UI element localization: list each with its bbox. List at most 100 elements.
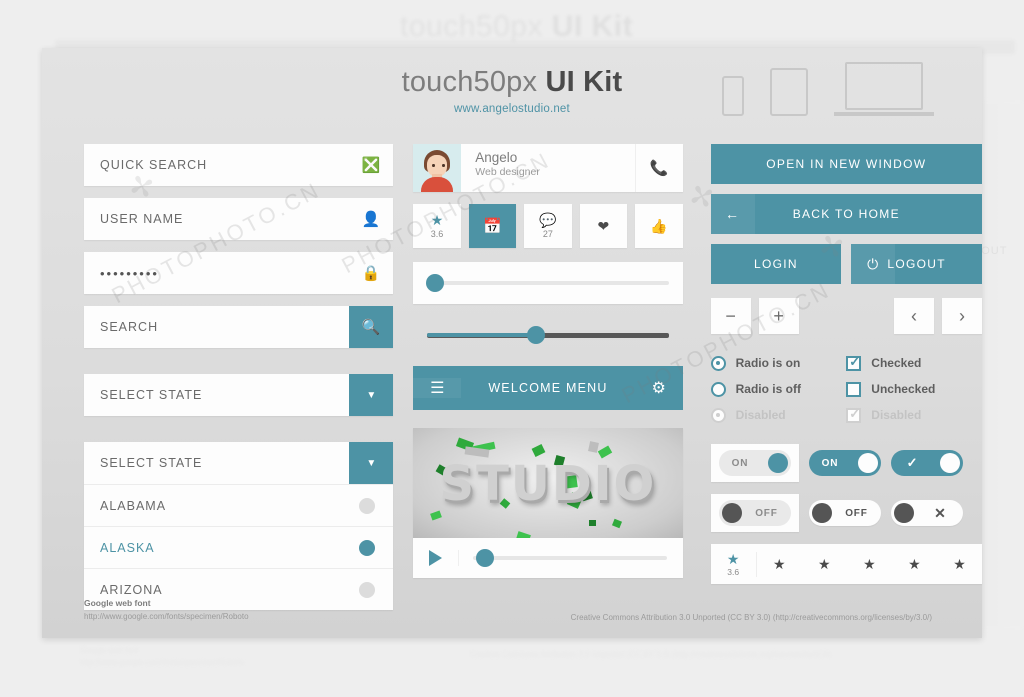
- back-to-home-button[interactable]: ← BACK TO HOME: [710, 194, 982, 234]
- contact-card[interactable]: Angelo Web designer 📞: [413, 144, 683, 192]
- contact-role: Web designer: [475, 166, 540, 178]
- chevron-down-icon[interactable]: ▼: [349, 442, 394, 484]
- star-icon: ★: [772, 556, 786, 572]
- checkbox-checked-row[interactable]: ✓ Checked: [846, 350, 982, 376]
- ui-kit-panel: touch50px UI Kit www.angelostudio.net QU…: [42, 48, 982, 638]
- lock-icon: 🔒: [361, 265, 381, 282]
- toggle-on-boxed[interactable]: ON: [710, 444, 799, 482]
- password-input[interactable]: •••••••••: [84, 266, 349, 281]
- star-icon: ★: [908, 556, 921, 572]
- progress-bar[interactable]: [459, 549, 682, 567]
- font-credit-url[interactable]: http://www.google.com/fonts/specimen/Rob…: [84, 612, 249, 621]
- slider-bare[interactable]: [413, 318, 682, 352]
- checkbox-checked-icon[interactable]: ✓: [846, 355, 862, 371]
- radio-off-icon[interactable]: [710, 381, 726, 397]
- video-poster[interactable]: STUDIO: [413, 428, 683, 538]
- radio-on-row[interactable]: Radio is on: [710, 350, 847, 376]
- option-radio[interactable]: [359, 539, 376, 556]
- star-cell[interactable]: ★: [757, 557, 802, 571]
- calendar-tile[interactable]: 📅: [468, 204, 517, 248]
- user-name-field[interactable]: USER NAME 👤: [84, 198, 394, 240]
- login-button[interactable]: LOGIN: [710, 244, 842, 284]
- radio-off-row[interactable]: Radio is off: [710, 376, 847, 402]
- radio-on-icon[interactable]: [710, 355, 726, 371]
- toggle-off-boxed[interactable]: OFF: [710, 494, 799, 532]
- heart-icon: ❤: [597, 218, 610, 234]
- list-item[interactable]: ALASKA: [84, 526, 394, 568]
- password-field[interactable]: ••••••••• 🔒: [84, 252, 394, 294]
- slider-card[interactable]: [413, 262, 683, 304]
- user-name-input[interactable]: USER NAME: [84, 212, 349, 226]
- star-rating-value-cell[interactable]: ★ 3.6: [711, 551, 757, 577]
- search-input[interactable]: SEARCH: [84, 320, 349, 334]
- star-tile[interactable]: ★ 3.6: [413, 204, 461, 248]
- option-label: ALASKA: [100, 540, 155, 555]
- hamburger-icon[interactable]: ☰: [413, 378, 462, 398]
- select-state-open-header[interactable]: SELECT STATE ▼: [84, 442, 394, 484]
- comment-icon: 💬: [539, 212, 557, 228]
- star-cell[interactable]: ★: [937, 557, 982, 571]
- option-radio[interactable]: [359, 581, 376, 598]
- slider-track[interactable]: [427, 325, 669, 344]
- screenshot-root: touch50px UI Kit LOGOUT › d ked d Google…: [0, 0, 1024, 697]
- select-state-open[interactable]: SELECT STATE ▼ ALABAMA ALASKA ARIZONA: [84, 442, 394, 610]
- icon-tile-row: ★ 3.6 📅 💬 27 ❤ 👍: [413, 204, 683, 248]
- toggle-off-x[interactable]: ✕: [890, 500, 963, 526]
- search-field[interactable]: SEARCH 🔍: [84, 306, 394, 348]
- quick-search-input[interactable]: QUICK SEARCH: [84, 158, 349, 172]
- laptop-icon: [834, 62, 934, 116]
- contact-info: Angelo Web designer: [461, 144, 634, 192]
- star-rating[interactable]: ★ 3.6 ★ ★ ★ ★ ★: [710, 544, 982, 584]
- chevron-down-icon[interactable]: ▼: [349, 374, 394, 416]
- close-circle-icon[interactable]: ❎: [349, 156, 393, 174]
- checkbox-unchecked-row[interactable]: Unchecked: [846, 376, 982, 402]
- toggle-knob[interactable]: [893, 503, 914, 523]
- checkbox-column: ✓ Checked Unchecked ✓ Disabled: [846, 350, 982, 428]
- slider-knob[interactable]: [526, 325, 545, 344]
- right-column: OPEN IN NEW WINDOW ← BACK TO HOME LOGIN …: [710, 144, 982, 610]
- toggle-knob[interactable]: [857, 453, 878, 473]
- select-state-closed[interactable]: SELECT STATE ▼: [84, 374, 394, 416]
- prev-button[interactable]: ‹: [893, 298, 934, 334]
- comment-tile[interactable]: 💬 27: [524, 204, 572, 248]
- heart-tile[interactable]: ❤: [579, 204, 628, 248]
- auth-button-row: LOGIN ⏻ LOGOUT: [710, 244, 982, 284]
- progress-knob[interactable]: [475, 549, 494, 567]
- open-new-window-button[interactable]: OPEN IN NEW WINDOW: [710, 144, 982, 184]
- star-cell[interactable]: ★: [847, 557, 892, 571]
- play-icon[interactable]: [413, 550, 460, 566]
- tablet-icon: [770, 68, 808, 116]
- toggle-off-white[interactable]: OFF: [808, 500, 881, 526]
- thumbs-up-tile[interactable]: 👍: [635, 204, 683, 248]
- font-credit-title: Google web font: [84, 598, 151, 609]
- radio-on-label: Radio is on: [735, 356, 801, 370]
- toggle-knob[interactable]: [939, 453, 960, 473]
- star-cell[interactable]: ★: [802, 557, 847, 571]
- gear-icon[interactable]: ⚙: [635, 378, 683, 398]
- checkbox-unchecked-icon[interactable]: [846, 381, 862, 397]
- slider-knob[interactable]: [425, 274, 444, 292]
- progress-track[interactable]: [473, 549, 667, 567]
- quick-search-field[interactable]: QUICK SEARCH ❎: [84, 144, 394, 186]
- search-icon[interactable]: 🔍: [349, 306, 394, 348]
- toggle-knob[interactable]: [767, 453, 788, 473]
- star-cell[interactable]: ★: [892, 557, 937, 571]
- plus-button[interactable]: +: [758, 298, 799, 334]
- next-button[interactable]: ›: [941, 298, 982, 334]
- welcome-menu-title: WELCOME MENU: [488, 381, 608, 395]
- slider-track[interactable]: [425, 274, 669, 292]
- welcome-menu-bar[interactable]: ☰ WELCOME MENU ⚙: [413, 366, 683, 410]
- phone-icon[interactable]: 📞: [634, 144, 683, 192]
- toggle-on-check[interactable]: ✓: [890, 450, 963, 476]
- close-icon: ✕: [934, 504, 947, 521]
- option-radio[interactable]: [359, 497, 376, 514]
- toggle-on-teal[interactable]: ON: [808, 450, 881, 476]
- ghost-footer-left: Google web font http://www.google.com/fon…: [80, 646, 245, 667]
- media-player[interactable]: STUDIO: [413, 428, 683, 578]
- minus-button[interactable]: −: [710, 298, 751, 334]
- toggle-knob[interactable]: [721, 503, 742, 523]
- toggle-knob[interactable]: [811, 503, 832, 523]
- list-item[interactable]: ALABAMA: [84, 484, 394, 526]
- logout-button[interactable]: ⏻ LOGOUT: [851, 244, 982, 284]
- checkbox-disabled-label: Disabled: [871, 408, 922, 422]
